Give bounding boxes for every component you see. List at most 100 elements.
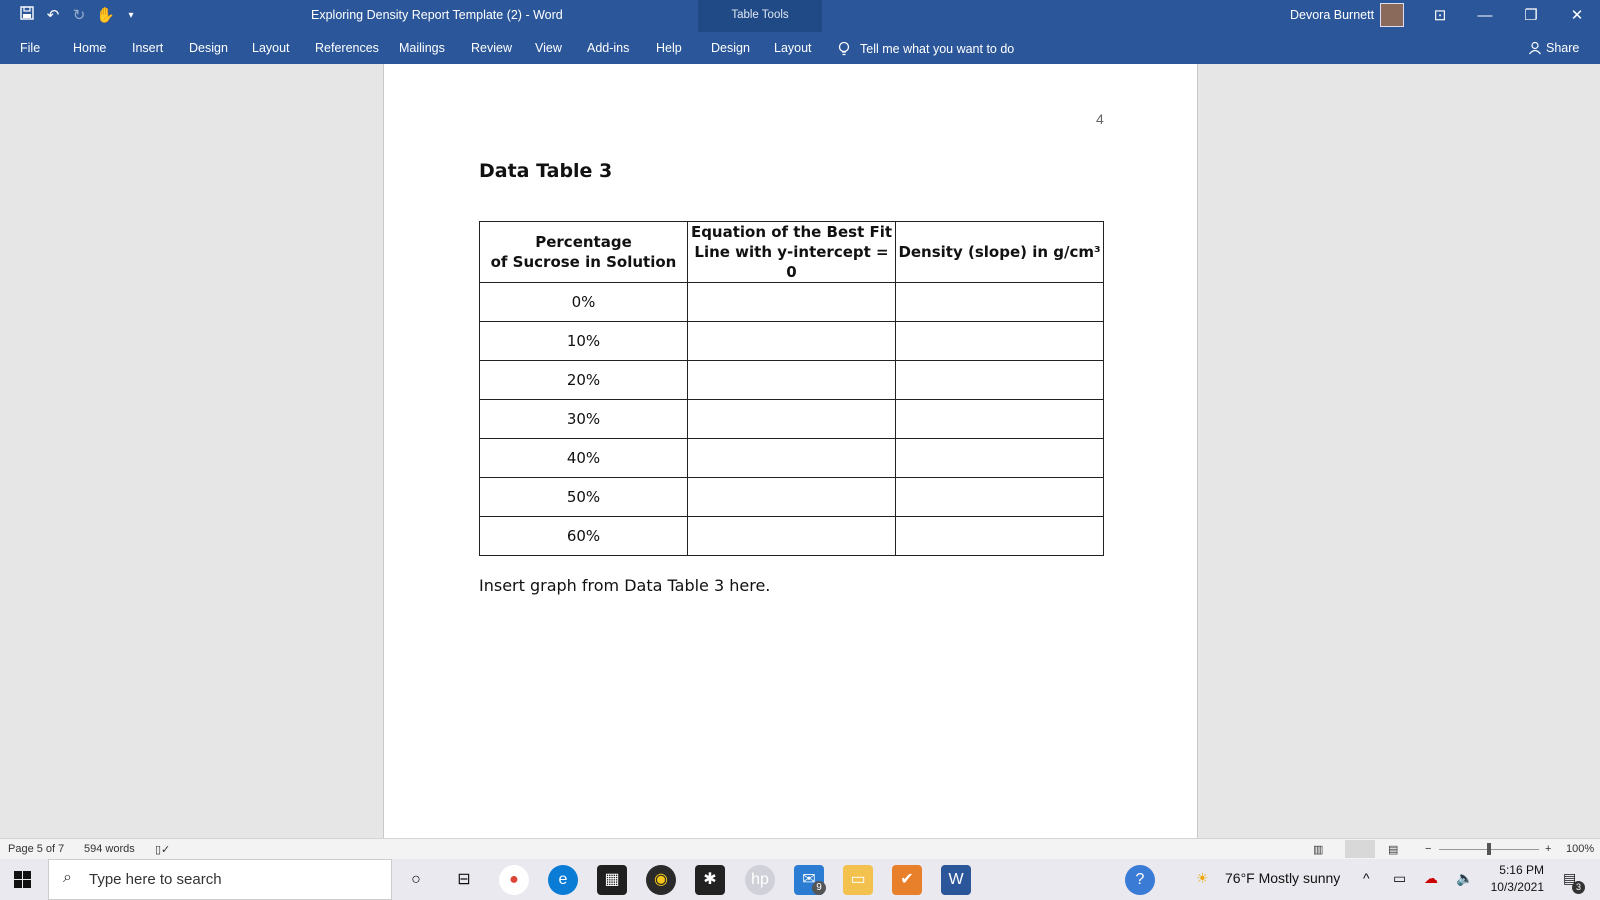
table-cell[interactable] bbox=[687, 516, 896, 556]
touch-mode-icon[interactable]: ✋ bbox=[96, 6, 115, 24]
weather-text[interactable]: 76°F Mostly sunny bbox=[1225, 870, 1340, 886]
task-view-icon[interactable]: ⊟ bbox=[449, 865, 479, 895]
clock-date[interactable]: 10/3/2021 bbox=[1489, 880, 1544, 894]
table-cell[interactable]: 20% bbox=[479, 360, 688, 400]
weather-icon[interactable]: ☀ bbox=[1196, 870, 1209, 887]
avatar[interactable] bbox=[1380, 3, 1404, 27]
web-layout-icon[interactable]: ▤ bbox=[1388, 843, 1398, 856]
table-row: 50% bbox=[479, 477, 1104, 517]
table-cell[interactable]: 50% bbox=[479, 477, 688, 517]
table-cell[interactable] bbox=[895, 282, 1104, 322]
zoom-in-icon[interactable]: + bbox=[1545, 843, 1551, 855]
tab-file[interactable]: File bbox=[20, 41, 40, 55]
table-row: 30% bbox=[479, 399, 1104, 439]
edge-icon[interactable]: e bbox=[548, 865, 578, 895]
table-header-cell[interactable]: Density (slope) in g/cm³ bbox=[895, 221, 1104, 283]
quick-access-toolbar: ↶ ↻ ✋ ▾ bbox=[18, 6, 140, 24]
file-explorer-icon[interactable]: ▭ bbox=[843, 865, 873, 895]
zoom-level[interactable]: 100% bbox=[1566, 843, 1594, 855]
table-cell[interactable] bbox=[895, 321, 1104, 361]
document-canvas[interactable]: 4 Data Table 3 Percentage of Sucrose in S… bbox=[0, 64, 1600, 838]
battery-icon[interactable]: ▭ bbox=[1393, 870, 1406, 887]
word-count[interactable]: 594 words bbox=[84, 843, 135, 855]
store-icon[interactable]: ▦ bbox=[597, 865, 627, 895]
table-header-cell[interactable]: Percentage of Sucrose in Solution bbox=[479, 221, 688, 283]
hp-icon[interactable]: hp bbox=[745, 865, 775, 895]
close-icon[interactable]: ✕ bbox=[1562, 4, 1592, 28]
tab-help[interactable]: Help bbox=[656, 41, 682, 55]
table-cell[interactable] bbox=[687, 438, 896, 478]
tab-view[interactable]: View bbox=[535, 41, 562, 55]
table-row: 20% bbox=[479, 360, 1104, 400]
table-row: 40% bbox=[479, 438, 1104, 478]
table-cell[interactable] bbox=[895, 360, 1104, 400]
photo-app-icon[interactable]: ✱ bbox=[695, 865, 725, 895]
table-cell[interactable] bbox=[687, 360, 896, 400]
table-cell[interactable]: 30% bbox=[479, 399, 688, 439]
customize-icon[interactable]: ▾ bbox=[122, 10, 140, 21]
undo-icon[interactable]: ↶ bbox=[44, 6, 62, 24]
person-icon bbox=[1529, 41, 1541, 55]
taskbar: ⌕ Type here to search ○ ⊟ ● e ▦ ◉ ✱ hp ✉… bbox=[0, 859, 1600, 900]
document-title: Exploring Density Report Template (2) - … bbox=[311, 8, 563, 22]
tab-home[interactable]: Home bbox=[73, 41, 106, 55]
word-icon[interactable]: W bbox=[941, 865, 971, 895]
tab-references[interactable]: References bbox=[315, 41, 379, 55]
table-cell[interactable]: 40% bbox=[479, 438, 688, 478]
help-icon[interactable]: ? bbox=[1125, 865, 1155, 895]
media-app-icon[interactable]: ◉ bbox=[646, 865, 676, 895]
table-cell[interactable] bbox=[895, 399, 1104, 439]
lightbulb-icon bbox=[838, 41, 850, 56]
page-indicator[interactable]: Page 5 of 7 bbox=[8, 843, 64, 855]
table-cell[interactable] bbox=[895, 438, 1104, 478]
minimize-icon[interactable]: — bbox=[1470, 4, 1500, 28]
volume-icon[interactable]: 🔈 bbox=[1456, 870, 1473, 887]
read-mode-icon[interactable]: ▥ bbox=[1313, 843, 1323, 856]
user-name[interactable]: Devora Burnett bbox=[1290, 8, 1374, 22]
table-cell[interactable]: 10% bbox=[479, 321, 688, 361]
table-cell[interactable] bbox=[895, 516, 1104, 556]
notification-badge: 3 bbox=[1572, 881, 1585, 894]
tab-layout[interactable]: Layout bbox=[252, 41, 290, 55]
table-cell[interactable] bbox=[687, 321, 896, 361]
proofing-icon[interactable]: ▯✓ bbox=[155, 843, 170, 856]
onedrive-icon[interactable]: ☁ bbox=[1424, 870, 1438, 887]
table-row: 10% bbox=[479, 321, 1104, 361]
table-cell[interactable] bbox=[687, 282, 896, 322]
taskcheck-icon[interactable]: ✔ bbox=[892, 865, 922, 895]
share-label: Share bbox=[1546, 41, 1580, 55]
search-icon: ⌕ bbox=[63, 869, 72, 886]
table-header-cell[interactable]: Equation of the Best Fit Line with y-inte… bbox=[687, 221, 896, 283]
tell-me-search[interactable]: Tell me what you want to do bbox=[838, 41, 1014, 57]
data-table[interactable]: Percentage of Sucrose in Solution Equatio… bbox=[479, 221, 1104, 556]
share-button[interactable]: Share bbox=[1528, 41, 1579, 55]
save-icon[interactable] bbox=[18, 6, 36, 24]
header-text: Line with y-intercept = 0 bbox=[694, 243, 889, 281]
windows-start-icon[interactable] bbox=[14, 871, 31, 893]
table-cell[interactable] bbox=[895, 477, 1104, 517]
tab-insert[interactable]: Insert bbox=[132, 41, 163, 55]
tell-me-label: Tell me what you want to do bbox=[860, 42, 1015, 56]
print-layout-icon[interactable] bbox=[1345, 840, 1375, 858]
cortana-icon[interactable]: ○ bbox=[401, 865, 431, 895]
tray-chevron-icon[interactable]: ^ bbox=[1363, 870, 1370, 886]
zoom-out-icon[interactable]: − bbox=[1425, 843, 1431, 855]
document-page[interactable]: 4 Data Table 3 Percentage of Sucrose in S… bbox=[383, 64, 1198, 838]
tab-design[interactable]: Design bbox=[189, 41, 228, 55]
tab-review[interactable]: Review bbox=[471, 41, 512, 55]
table-cell[interactable] bbox=[687, 399, 896, 439]
table-cell[interactable]: 60% bbox=[479, 516, 688, 556]
zoom-slider-thumb[interactable] bbox=[1487, 843, 1491, 855]
redo-icon[interactable]: ↻ bbox=[70, 6, 88, 24]
tab-table-layout[interactable]: Layout bbox=[774, 41, 812, 55]
tab-add-ins[interactable]: Add-ins bbox=[587, 41, 629, 55]
tab-mailings[interactable]: Mailings bbox=[399, 41, 445, 55]
restore-icon[interactable]: ❐ bbox=[1516, 4, 1546, 28]
clock-time[interactable]: 5:16 PM bbox=[1492, 863, 1544, 877]
tab-table-design[interactable]: Design bbox=[711, 41, 750, 55]
table-cell[interactable] bbox=[687, 477, 896, 517]
table-cell[interactable]: 0% bbox=[479, 282, 688, 322]
chrome-icon[interactable]: ● bbox=[499, 865, 529, 895]
taskbar-search[interactable]: ⌕ Type here to search bbox=[48, 859, 392, 900]
ribbon-display-options-icon[interactable]: ⊡ bbox=[1425, 4, 1455, 28]
